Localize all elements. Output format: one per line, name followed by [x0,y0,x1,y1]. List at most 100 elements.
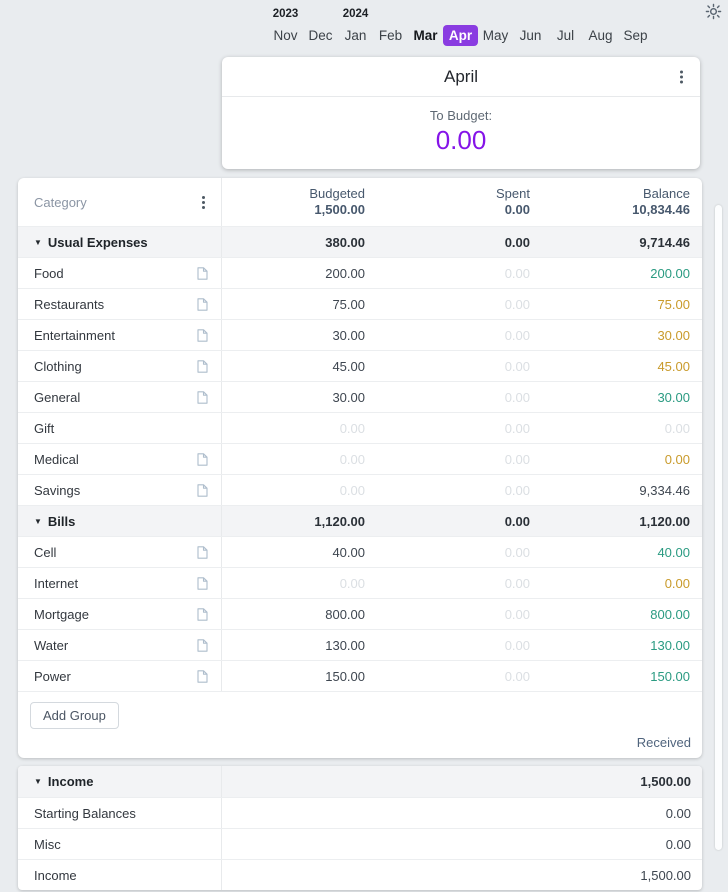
collapse-triangle-icon[interactable]: ▼ [34,777,42,786]
category-row-power[interactable]: Power 150.00 0.00 150.00 [18,660,702,691]
balance-value[interactable]: 9,334.46 [535,483,701,498]
budgeted-value[interactable]: 30.00 [222,390,370,405]
spent-value[interactable]: 0.00 [370,452,535,467]
group-name[interactable]: Income [48,774,208,789]
spent-value[interactable]: 0.00 [370,669,535,684]
group-row-income[interactable]: ▼ Income 1,500.00 [18,766,702,797]
balance-value[interactable]: 0.00 [535,576,701,591]
category-name[interactable]: General [34,390,197,405]
category-name[interactable]: Medical [34,452,197,467]
spent-value[interactable]: 0.00 [370,638,535,653]
add-group-button[interactable]: Add Group [30,702,119,729]
category-name[interactable]: Income [34,868,208,883]
to-budget-value[interactable]: 0.00 [222,125,700,156]
budgeted-value[interactable]: 45.00 [222,359,370,374]
note-icon[interactable] [197,546,208,559]
category-menu-kebab-icon[interactable] [199,193,208,212]
category-row-misc[interactable]: Misc 0.00 [18,828,702,859]
category-row-water[interactable]: Water 130.00 0.00 130.00 [18,629,702,660]
category-row-income[interactable]: Income 1,500.00 [18,859,702,890]
received-value[interactable]: 0.00 [222,837,702,852]
category-row-food[interactable]: Food 200.00 0.00 200.00 [18,257,702,288]
group-name[interactable]: Bills [48,514,208,529]
category-row-restaurants[interactable]: Restaurants 75.00 0.00 75.00 [18,288,702,319]
budgeted-value[interactable]: 40.00 [222,545,370,560]
category-name[interactable]: Starting Balances [34,806,208,821]
balance-value[interactable]: 40.00 [535,545,701,560]
note-icon[interactable] [197,577,208,590]
month-menu-kebab-icon[interactable] [677,67,686,86]
spent-value[interactable]: 0.00 [370,607,535,622]
spent-value[interactable]: 0.00 [370,297,535,312]
balance-value[interactable]: 130.00 [535,638,701,653]
note-icon[interactable] [197,453,208,466]
balance-value[interactable]: 30.00 [535,328,701,343]
budgeted-column-header[interactable]: Budgeted 1,500.00 [222,186,370,218]
budgeted-value[interactable]: 200.00 [222,266,370,281]
balance-value[interactable]: 45.00 [535,359,701,374]
category-row-internet[interactable]: Internet 0.00 0.00 0.00 [18,567,702,598]
category-row-savings[interactable]: Savings 0.00 0.00 9,334.46 [18,474,702,505]
month-feb[interactable]: Feb [373,25,408,46]
received-value[interactable]: 1,500.00 [222,868,702,883]
category-row-general[interactable]: General 30.00 0.00 30.00 [18,381,702,412]
category-row-starting-balances[interactable]: Starting Balances 0.00 [18,797,702,828]
spent-column-header[interactable]: Spent 0.00 [370,186,535,218]
collapse-triangle-icon[interactable]: ▼ [34,517,42,526]
month-dec[interactable]: Dec [303,25,338,46]
budgeted-value[interactable]: 0.00 [222,576,370,591]
category-name[interactable]: Mortgage [34,607,197,622]
budgeted-value[interactable]: 800.00 [222,607,370,622]
balance-value[interactable]: 150.00 [535,669,701,684]
category-name[interactable]: Power [34,669,197,684]
month-jul[interactable]: Jul [548,25,583,46]
note-icon[interactable] [197,298,208,311]
category-name[interactable]: Water [34,638,197,653]
budgeted-value[interactable]: 0.00 [222,421,370,436]
spent-value[interactable]: 0.00 [370,545,535,560]
budgeted-value[interactable]: 0.00 [222,452,370,467]
balance-value[interactable]: 75.00 [535,297,701,312]
budgeted-value[interactable]: 150.00 [222,669,370,684]
category-name[interactable]: Cell [34,545,197,560]
category-name[interactable]: Internet [34,576,197,591]
category-name[interactable]: Entertainment [34,328,197,343]
month-sep[interactable]: Sep [618,25,653,46]
balance-value[interactable]: 30.00 [535,390,701,405]
note-icon[interactable] [197,267,208,280]
note-icon[interactable] [197,639,208,652]
month-jan[interactable]: Jan [338,25,373,46]
spent-value[interactable]: 0.00 [370,328,535,343]
vertical-scrollbar[interactable] [715,205,722,850]
spent-value[interactable]: 0.00 [370,390,535,405]
budgeted-value[interactable]: 30.00 [222,328,370,343]
balance-value[interactable]: 0.00 [535,421,701,436]
budgeted-value[interactable]: 75.00 [222,297,370,312]
group-row-bills[interactable]: ▼ Bills 1,120.00 0.00 1,120.00 [18,505,702,536]
note-icon[interactable] [197,329,208,342]
spent-value[interactable]: 0.00 [370,266,535,281]
month-jun[interactable]: Jun [513,25,548,46]
budgeted-value[interactable]: 130.00 [222,638,370,653]
spent-value[interactable]: 0.00 [370,576,535,591]
collapse-triangle-icon[interactable]: ▼ [34,238,42,247]
category-row-gift[interactable]: Gift 0.00 0.00 0.00 [18,412,702,443]
spent-value[interactable]: 0.00 [370,483,535,498]
spent-value[interactable]: 0.00 [370,359,535,374]
group-row-usual-expenses[interactable]: ▼ Usual Expenses 380.00 0.00 9,714.46 [18,226,702,257]
balance-value[interactable]: 800.00 [535,607,701,622]
balance-value[interactable]: 0.00 [535,452,701,467]
note-icon[interactable] [197,608,208,621]
category-name[interactable]: Gift [34,421,208,436]
spent-value[interactable]: 0.00 [370,421,535,436]
month-apr-selected[interactable]: Apr [443,25,478,46]
category-row-mortgage[interactable]: Mortgage 800.00 0.00 800.00 [18,598,702,629]
month-aug[interactable]: Aug [583,25,618,46]
category-row-clothing[interactable]: Clothing 45.00 0.00 45.00 [18,350,702,381]
category-name[interactable]: Food [34,266,197,281]
budgeted-value[interactable]: 0.00 [222,483,370,498]
theme-sun-icon[interactable] [705,3,723,21]
note-icon[interactable] [197,391,208,404]
category-row-cell[interactable]: Cell 40.00 0.00 40.00 [18,536,702,567]
group-name[interactable]: Usual Expenses [48,235,208,250]
